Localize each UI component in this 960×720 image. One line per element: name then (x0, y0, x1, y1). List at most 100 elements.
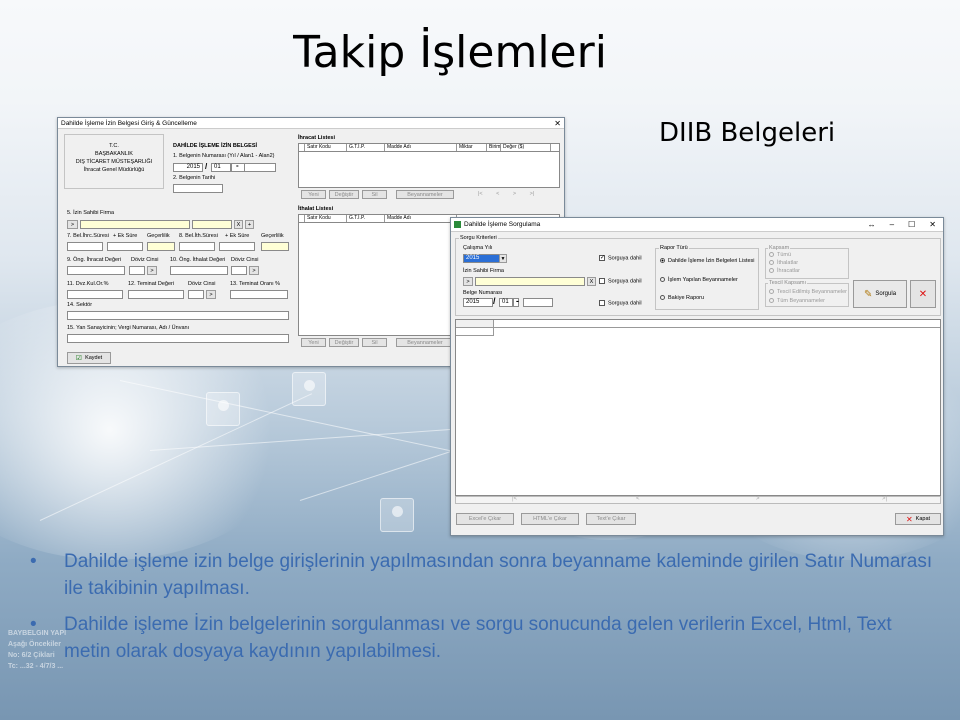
window-titlebar: Dahilde İşleme İzin Belgesi Giriş & Günc… (58, 118, 564, 129)
tarih-field[interactable] (173, 184, 223, 193)
ihracat-nav-icons[interactable]: |< < > >| (478, 191, 534, 197)
firma-clear-button[interactable]: X (234, 220, 243, 229)
ithalat-degeri-field[interactable] (170, 266, 228, 275)
kapsam-radio-3[interactable]: İhracatlar (769, 268, 800, 274)
firma-lookup-button[interactable]: > (67, 220, 78, 229)
kaydet-button[interactable]: ☑ Kaydet (67, 352, 111, 364)
ihracat-beyanname-button[interactable]: Beyannameler (396, 190, 454, 199)
ihracat-list-title: İhracat Listesi (298, 135, 335, 141)
tescil-radio-2[interactable]: Tüm Beyannameler (769, 298, 825, 304)
cancel-button[interactable]: ✕ (910, 280, 936, 308)
ithalat-degistir-button[interactable]: Değiştir (329, 338, 359, 347)
ek-sure-label: + Ek Süre (113, 233, 138, 239)
belge-alan1-field[interactable]: 01 (499, 298, 513, 307)
grid-nav-bar[interactable]: |< < > >| (455, 496, 941, 504)
tarih-label: 2. Belgenin Tarihi (173, 175, 216, 181)
chevron-down-icon[interactable]: ▼ (499, 254, 507, 263)
firma-field[interactable] (475, 277, 585, 286)
kapat-button[interactable]: ✕ Kapat (895, 513, 941, 525)
teminat-doviz-field[interactable] (188, 290, 204, 299)
ihrc-sure-field[interactable] (67, 242, 103, 251)
ithalat-list-title: İthalat Listesi (298, 206, 334, 212)
firma-lookup-button[interactable]: > (463, 277, 473, 286)
radio-label: İşlem Yapılan Beyannameler (668, 277, 738, 283)
ithalat-yeni-button[interactable]: Yeni (301, 338, 326, 347)
belge-alan1-field[interactable]: 01 (211, 163, 231, 172)
maximize-icon[interactable]: ☐ (908, 220, 915, 229)
last-icon[interactable]: >| (530, 191, 535, 197)
ihrc-sure-label: 7. Bel.İhrc.Süresi (67, 233, 109, 239)
tescil-radio-1[interactable]: Tescil Edilmiş Beyannameler (769, 289, 847, 295)
result-grid[interactable] (455, 319, 941, 496)
org-box: T.C. BAŞBAKANLIK DIŞ TİCARET MÜSTEŞARLIĞ… (64, 134, 164, 189)
column-header: Satır Kodu (305, 144, 347, 151)
teminat-degeri-field[interactable] (128, 290, 184, 299)
ithalat-doviz-field[interactable] (231, 266, 247, 275)
firma-name-field[interactable] (192, 220, 232, 229)
sorguya-dahil-check[interactable]: ✓ Sorguya dahil (599, 255, 642, 261)
radio-label: İhracatlar (777, 268, 800, 274)
ithalat-doviz-button[interactable]: > (249, 266, 259, 275)
sorgula-button[interactable]: ✎ Sorgula (853, 280, 907, 308)
slide-title: Takip İşlemleri (293, 27, 607, 78)
rapor-radio-2[interactable]: İşlem Yapılan Beyannameler (660, 277, 738, 283)
column-header: Madde Adı (385, 215, 457, 222)
rapor-radio-3[interactable]: Bakiye Raporu (660, 295, 704, 301)
ihracat-degeri-field[interactable] (67, 266, 125, 275)
first-icon[interactable]: |< (478, 191, 483, 197)
excel-export-button[interactable]: Excel'e Çıkar (456, 513, 514, 525)
bullet-text: Dahilde işleme izin belge girişlerinin y… (64, 551, 933, 599)
belge-alan2-field[interactable] (244, 163, 276, 172)
ihrc-gecerlilik-field[interactable] (147, 242, 175, 251)
next-icon[interactable]: > (756, 496, 760, 502)
table-row[interactable] (456, 328, 494, 336)
ihracat-doviz-button[interactable]: > (147, 266, 157, 275)
ith-ek-field[interactable] (219, 242, 255, 251)
belge-alan2-field[interactable] (523, 298, 553, 307)
sorguya-dahil-check[interactable]: Sorguya dahil (599, 278, 642, 284)
minimize-icon[interactable]: – (890, 220, 894, 229)
sanayici-label: 15. Yan Sanayicinin; Vergi Numarası, Adı… (67, 325, 190, 331)
teminat-doviz-button[interactable]: > (206, 290, 216, 299)
rapor-radio-1[interactable]: Dahilde İşleme İzin Belgeleri Listesi (660, 258, 755, 264)
checkbox-label: Sorguya dahil (608, 255, 642, 262)
kapsam-radio-1[interactable]: Tümü (769, 252, 791, 258)
firma-add-button[interactable]: + (245, 220, 254, 229)
belge-year-field[interactable]: 2015 (173, 163, 203, 172)
sektor-field[interactable] (67, 311, 289, 320)
slash-label: / (205, 162, 208, 171)
dvz-kul-field[interactable] (67, 290, 123, 299)
firma-clear-button[interactable]: X (587, 277, 596, 286)
first-icon[interactable]: |< (512, 496, 517, 502)
html-export-button[interactable]: HTML'e Çıkar (521, 513, 579, 525)
next-icon[interactable]: > (513, 191, 516, 197)
close-icon[interactable]: ✕ (929, 220, 936, 229)
close-icon[interactable]: ✕ (554, 119, 561, 128)
prev-icon[interactable]: < (636, 496, 640, 502)
ith-gecerlilik-field[interactable] (261, 242, 289, 251)
prev-icon[interactable]: < (496, 191, 499, 197)
sanayici-field[interactable] (67, 334, 289, 343)
last-icon[interactable]: >| (882, 496, 887, 502)
sorguya-dahil-check[interactable]: Sorguya dahil (599, 300, 642, 306)
dvz-kul-label: 11. Dvz.Kul.Or.% (67, 281, 109, 287)
teminat-orani-field[interactable] (230, 290, 288, 299)
ihracat-degistir-button[interactable]: Değiştir (329, 190, 359, 199)
ithalat-sil-button[interactable]: Sil (362, 338, 387, 347)
column-header: Miktar (457, 144, 487, 151)
firma-code-field[interactable] (80, 220, 190, 229)
resize-icon[interactable]: ↔ (868, 220, 876, 229)
ith-sure-field[interactable] (179, 242, 215, 251)
dash-label: - (516, 296, 519, 306)
ihrc-ek-field[interactable] (107, 242, 143, 251)
kapsam-radio-2[interactable]: İthalatlar (769, 260, 798, 266)
ihracat-sil-button[interactable]: Sil (362, 190, 387, 199)
ihracat-doviz-field[interactable] (129, 266, 145, 275)
belge-year-field[interactable]: 2015 (463, 298, 493, 307)
ithalat-beyanname-button[interactable]: Beyannameler (396, 338, 454, 347)
text-export-button[interactable]: Text'e Çıkar (586, 513, 636, 525)
ihracat-yeni-button[interactable]: Yeni (301, 190, 326, 199)
radio-label: Tescil Edilmiş Beyannameler (777, 289, 847, 295)
sorgula-label: Sorgula (875, 291, 897, 297)
ihracat-grid[interactable]: Satır Kodu G.T.İ.P. Madde Adı Miktar Bir… (298, 143, 560, 188)
